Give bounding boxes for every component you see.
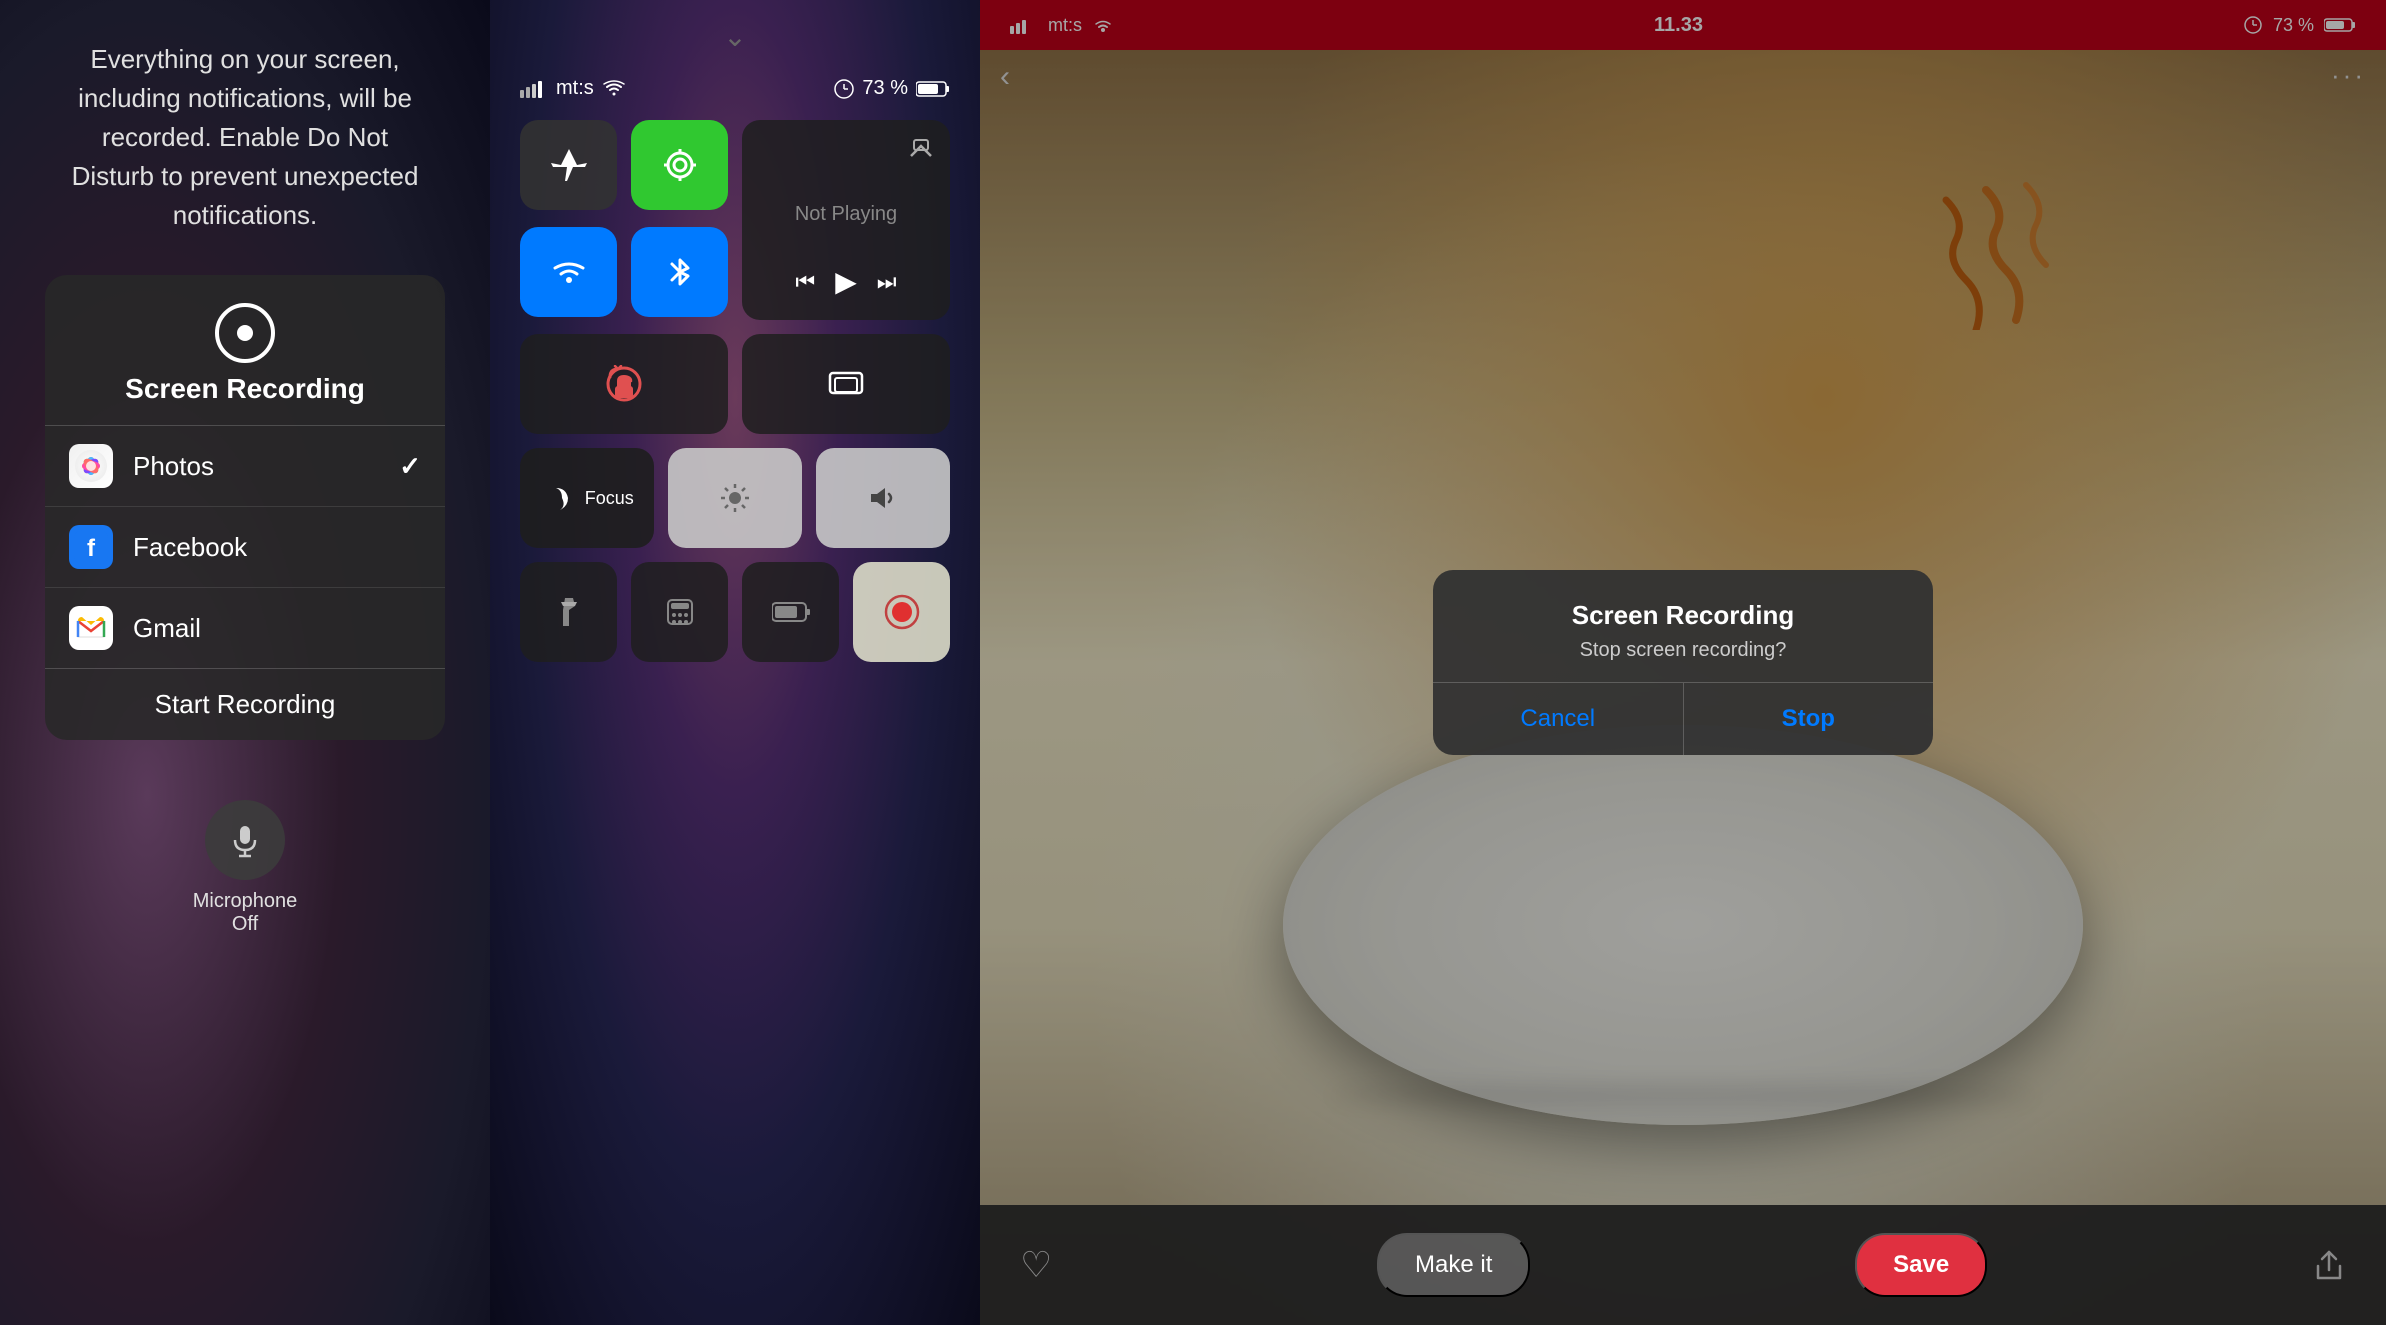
not-playing-label: Not Playing: [756, 203, 936, 226]
signal-icon: [520, 80, 548, 98]
microphone-label: MicrophoneOff: [193, 890, 298, 936]
play-button[interactable]: ▶: [835, 265, 857, 298]
svg-text:f: f: [87, 535, 96, 562]
volume-button[interactable]: [816, 448, 950, 548]
gmail-label: Gmail: [133, 613, 421, 644]
list-item-gmail[interactable]: Gmail: [45, 588, 445, 668]
dialog-subtitle: Stop screen recording?: [1463, 639, 1903, 662]
photos-checkmark: ✓: [399, 451, 421, 482]
list-item-facebook[interactable]: f Facebook: [45, 507, 445, 588]
screen-mirror-button[interactable]: [742, 334, 950, 434]
record-icon: [215, 303, 275, 363]
flashlight-icon: [553, 596, 585, 628]
facebook-label: Facebook: [133, 532, 421, 563]
photos-app-icon: [69, 444, 113, 488]
screen-record-button[interactable]: [853, 562, 950, 662]
microphone-button[interactable]: [205, 800, 285, 880]
clock-icon: [834, 79, 854, 99]
dialog-title: Screen Recording: [1463, 600, 1903, 631]
heart-button[interactable]: ♡: [1020, 1244, 1052, 1286]
panel-screen-recording: Everything on your screen, including not…: [0, 0, 490, 1325]
focus-label: Focus: [585, 488, 634, 509]
screen-lock-icon: [605, 365, 643, 403]
microphone-section: MicrophoneOff: [193, 800, 298, 936]
share-button[interactable]: [2312, 1248, 2346, 1282]
make-it-button[interactable]: Make it: [1377, 1233, 1530, 1297]
photos-label: Photos: [133, 451, 399, 482]
rewind-button[interactable]: ⏮: [795, 269, 815, 295]
bluetooth-button[interactable]: [631, 227, 728, 317]
battery-icon: [916, 80, 950, 98]
card-header: Screen Recording: [45, 303, 445, 425]
battery-pct: 73 %: [862, 77, 908, 100]
cancel-button[interactable]: Cancel: [1433, 683, 1683, 755]
airplane-icon: [549, 145, 589, 185]
gmail-app-icon: [69, 606, 113, 650]
volume-icon: [867, 482, 899, 514]
panel-photo-app: mt:s 11.33 73 % ‹ ···: [980, 0, 2386, 1325]
list-item-photos[interactable]: Photos ✓: [45, 426, 445, 507]
calculator-icon: [664, 596, 696, 628]
airplane-mode-button[interactable]: [520, 120, 617, 210]
card-title: Screen Recording: [125, 373, 365, 405]
chevron-icon[interactable]: ⌄: [723, 20, 746, 53]
media-player: Not Playing ⏮ ▶ ⏭: [742, 120, 950, 320]
wifi-icon: [602, 80, 626, 98]
screen-record-icon: [884, 594, 920, 630]
cellular-icon: [660, 145, 700, 185]
dialog-overlay: Screen Recording Stop screen recording? …: [980, 0, 2386, 1325]
dialog-buttons: Cancel Stop: [1433, 683, 1933, 755]
brightness-icon: [719, 482, 751, 514]
stop-recording-dialog: Screen Recording Stop screen recording? …: [1433, 570, 1933, 755]
recording-card: Screen Recording: [45, 275, 445, 740]
panel-control-center: ⌄ mt:s 73 %: [490, 0, 980, 1325]
wifi-toggle-button[interactable]: [520, 227, 617, 317]
carrier-name: mt:s: [556, 77, 594, 100]
moon-icon: [540, 482, 572, 514]
status-left: mt:s: [520, 77, 626, 100]
screen-lock-button[interactable]: [520, 334, 728, 434]
battery-status-button[interactable]: [742, 562, 839, 662]
status-right: 73 %: [834, 77, 950, 100]
focus-button[interactable]: Focus: [520, 448, 654, 548]
flashlight-button[interactable]: [520, 562, 617, 662]
forward-button[interactable]: ⏭: [877, 269, 897, 295]
recording-notice: Everything on your screen, including not…: [0, 40, 490, 235]
bluetooth-icon: [660, 252, 700, 292]
status-bar: mt:s 73 %: [490, 67, 980, 120]
battery-status-icon: [772, 600, 810, 624]
brightness-button[interactable]: [668, 448, 802, 548]
start-recording-button[interactable]: Start Recording: [45, 669, 445, 740]
cellular-button[interactable]: [631, 120, 728, 210]
airplay-icon[interactable]: [906, 134, 936, 164]
share-icon: [2312, 1248, 2346, 1282]
screen-mirror-icon: [827, 365, 865, 403]
calculator-button[interactable]: [631, 562, 728, 662]
bottom-toolbar: ♡ Make it Save: [980, 1205, 2386, 1325]
wifi-toggle-icon: [549, 252, 589, 292]
facebook-app-icon: f: [69, 525, 113, 569]
stop-button[interactable]: Stop: [1684, 683, 1934, 755]
dialog-content: Screen Recording Stop screen recording?: [1433, 570, 1933, 682]
save-button[interactable]: Save: [1855, 1233, 1987, 1297]
